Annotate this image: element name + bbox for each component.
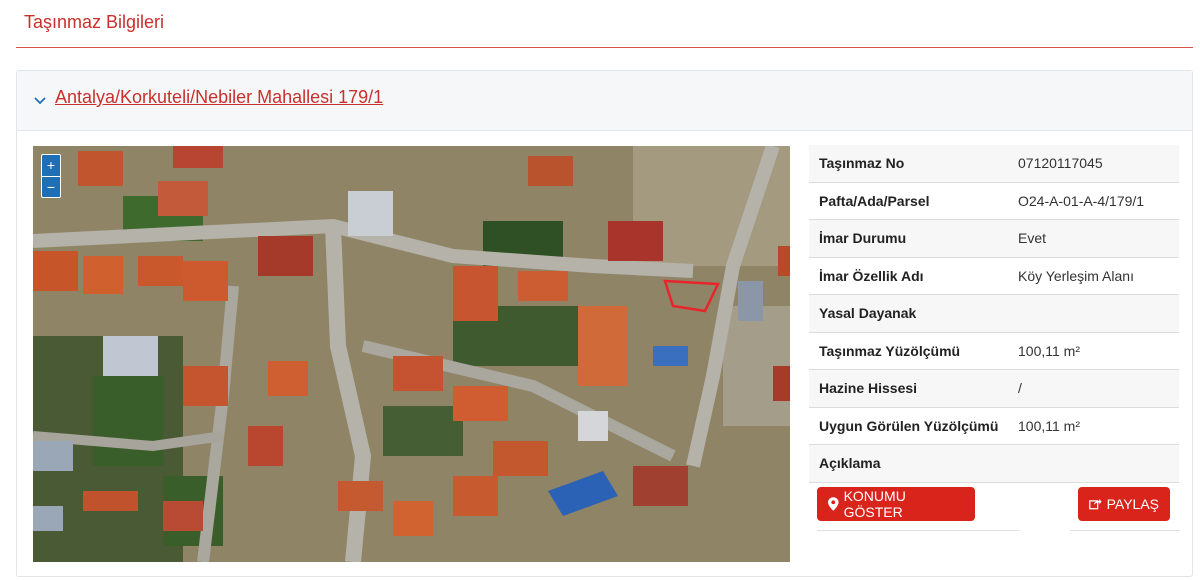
info-row: Hazine Hissesi / [809,370,1179,408]
show-location-button[interactable]: KONUMU GÖSTER [817,487,975,521]
info-value: 100,11 m² [1018,417,1080,434]
share-label: PAYLAŞ [1106,496,1159,512]
info-row: Taşınmaz Yüzölçümü 100,11 m² [809,333,1179,370]
info-value: 100,11 m² [1018,342,1080,359]
info-row: Uygun Görülen Yüzölçümü 100,11 m² [809,408,1179,445]
chevron-down-icon[interactable] [33,93,47,107]
info-value: / [1018,380,1022,397]
property-panel: Antalya/Korkuteli/Nebiler Mahallesi 179/… [16,70,1193,577]
info-row: İmar Özellik Adı Köy Yerleşim Alanı [809,258,1179,295]
info-label: Taşınmaz No [819,155,905,172]
info-value: O24-A-01-A-4/179/1 [1018,192,1145,209]
map-marker-icon [828,497,839,511]
info-label: Uygun Görülen Yüzölçümü [819,417,999,434]
info-label: İmar Özellik Adı [819,267,924,284]
info-label: Pafta/Ada/Parsel [819,192,930,209]
page-title: Taşınmaz Bilgileri [24,12,165,32]
zoom-in-button[interactable]: + [42,155,60,176]
page-header: Taşınmaz Bilgileri [16,0,1193,48]
info-label: İmar Durumu [819,230,907,247]
info-row: Açıklama [809,445,1179,483]
info-label: Açıklama [819,455,881,472]
info-row: Taşınmaz No 07120117045 [809,145,1179,183]
divider [817,530,1019,531]
info-label: Taşınmaz Yüzölçümü [819,342,961,359]
satellite-map[interactable]: + − [33,146,790,562]
map-zoom-control: + − [41,154,61,198]
info-value: 07120117045 [1018,155,1103,172]
info-row: Pafta/Ada/Parsel O24-A-01-A-4/179/1 [809,183,1179,220]
property-info-table: Taşınmaz No 07120117045 Pafta/Ada/Parsel O2… [809,145,1179,483]
panel-heading[interactable]: Antalya/Korkuteli/Nebiler Mahallesi 179/… [17,71,1192,131]
info-value: Evet [1018,230,1047,247]
show-location-label: KONUMU GÖSTER [843,488,906,520]
zoom-out-button[interactable]: − [42,176,60,197]
divider [1070,530,1180,531]
share-icon [1089,498,1102,510]
property-address-link[interactable]: Antalya/Korkuteli/Nebiler Mahallesi 179/… [55,87,383,108]
info-value: Köy Yerleşim Alanı [1018,267,1134,284]
info-row: İmar Durumu Evet [809,220,1179,258]
info-row: Yasal Dayanak [809,295,1179,333]
info-label: Hazine Hissesi [819,380,918,397]
satellite-imagery [33,146,790,562]
share-button[interactable]: PAYLAŞ [1078,487,1170,521]
info-label: Yasal Dayanak [819,305,917,322]
